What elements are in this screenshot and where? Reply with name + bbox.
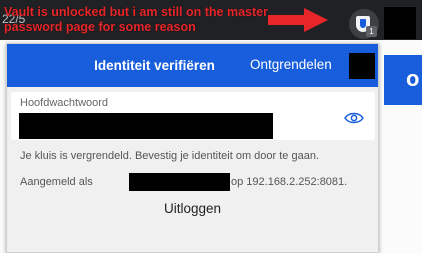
bitwarden-popup: Identiteit verifiëren Ontgrendelen Hoofd… xyxy=(6,43,379,253)
server-address: op 192.168.2.252:8081. xyxy=(231,176,348,188)
master-password-label: Hoofdwachtwoord xyxy=(20,97,109,109)
logged-in-prefix: Aangemeld als xyxy=(20,176,93,188)
browser-toolbar: 22/5 Vault is unlocked but i am still on… xyxy=(0,0,422,40)
popup-header: Identiteit verifiëren Ontgrendelen xyxy=(7,44,378,87)
unlock-button[interactable]: Ontgrendelen xyxy=(250,57,332,72)
eye-icon[interactable] xyxy=(344,111,364,125)
master-password-field[interactable]: Hoofdwachtwoord xyxy=(11,92,375,140)
user-annotation: Vault is unlocked but i am still on the … xyxy=(4,5,268,34)
redacted-profile xyxy=(384,7,416,39)
redacted-header-element xyxy=(349,53,375,79)
master-password-input[interactable] xyxy=(19,113,273,139)
background-page-text: o xyxy=(406,66,420,91)
logout-button[interactable]: Uitloggen xyxy=(7,201,378,216)
vault-locked-message: Je kluis is vergrendeld. Bevestig je ide… xyxy=(20,150,319,162)
extension-badge: 1 xyxy=(366,26,377,37)
annotation-arrow-icon xyxy=(268,8,328,32)
redacted-username xyxy=(129,173,230,191)
